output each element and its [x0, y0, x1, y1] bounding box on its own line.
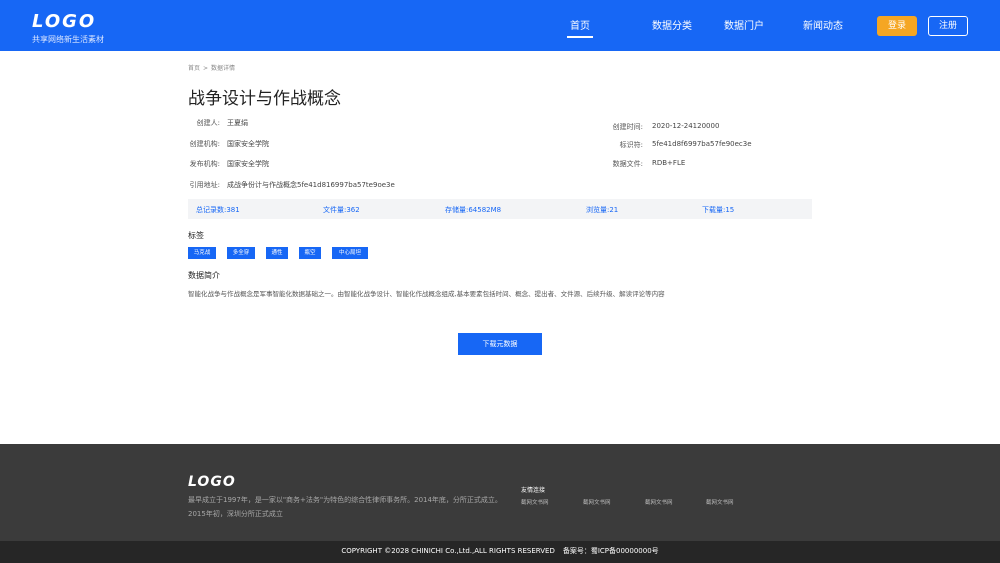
friendly-links-title: 友情连接 [521, 487, 546, 494]
page-title: 战争设计与作战概念 [188, 89, 341, 109]
stat-views: 浏览量:21 [586, 206, 619, 214]
tags-title: 标签 [188, 231, 204, 240]
breadcrumb-separator: > [203, 65, 209, 72]
nav-data-portal[interactable]: 数据门户 [724, 17, 764, 32]
intro-title: 数据简介 [188, 271, 220, 280]
footer: LOGO 最早成立于1997年，是一家以"商务+法务"为特色的综合性律师事务所。… [0, 444, 1000, 541]
friendly-link[interactable]: 截网文书网 [706, 498, 734, 506]
creator-value: 王夏绢 [227, 119, 248, 127]
friendly-link[interactable]: 截网文书网 [521, 498, 549, 506]
tag-item[interactable]: 瓶空 [299, 247, 321, 259]
nav-home[interactable]: 首页 [567, 17, 593, 38]
nav-news[interactable]: 新闻动态 [803, 17, 843, 32]
top-header: LOGO 共享网络新生活素材 首页 数据分类 数据门户 新闻动态 登录 注册 [0, 0, 1000, 51]
stat-file-count: 文件量:362 [323, 206, 360, 214]
created-time-label: 创建时间: [612, 123, 643, 131]
login-button[interactable]: 登录 [877, 16, 917, 36]
logo-subtitle: 共享网络新生活素材 [32, 35, 104, 44]
data-file-value: RDB+FLE [652, 159, 686, 167]
stats-bar: 总记录数:381 文件量:362 存储量:64582M8 浏览量:21 下载量:… [188, 199, 812, 219]
download-metadata-button[interactable]: 下载元数据 [458, 333, 542, 355]
icp-record: 备案号：蜀ICP备00000000号 [562, 547, 659, 555]
created-time-value: 2020-12-24120000 [652, 122, 720, 130]
stat-storage: 存储量:64582M8 [445, 206, 502, 214]
citation-label: 引用地址: [189, 181, 220, 189]
tag-item[interactable]: 马克战 [188, 247, 216, 259]
stat-total-records: 总记录数:381 [196, 206, 240, 214]
breadcrumb-home[interactable]: 首页 [188, 65, 200, 72]
publishing-org-label: 发布机构: [189, 160, 220, 168]
intro-text: 智能化战争与作战概念是军事智能化数据基础之一。由智能化战争设计、智能化作战概念组… [188, 290, 665, 298]
tag-item[interactable]: 多全穿 [227, 247, 255, 259]
creator-label: 创建人: [196, 119, 220, 127]
logo-text: LOGO [32, 11, 97, 32]
data-file-label: 数据文件: [612, 160, 643, 168]
publishing-org-value: 国家安全学院 [227, 160, 269, 168]
tag-item[interactable]: 中心局坦 [332, 247, 368, 259]
citation-value: 成战争份计与作战概念5fe41d816997ba57te9oe3e [227, 181, 395, 189]
creating-org-label: 创建机构: [189, 140, 220, 148]
copyright-text: COPYRIGHT ©2028 CHINICHI Co.,Ltd.,ALL RI… [341, 547, 555, 555]
identifier-label: 标识符: [619, 141, 643, 149]
creating-org-value: 国家安全学院 [227, 140, 269, 148]
copyright-line: COPYRIGHT ©2028 CHINICHI Co.,Ltd.,ALL RI… [0, 546, 1000, 556]
friendly-link[interactable]: 截网文书网 [645, 498, 673, 506]
footer-description: 最早成立于1997年，是一家以"商务+法务"为特色的综合性律师事务所。2014年… [188, 496, 502, 518]
site-logo[interactable]: LOGO 共享网络新生活素材 [32, 12, 104, 45]
breadcrumb: 首页 > 数据详情 [188, 63, 238, 72]
friendly-link[interactable]: 截网文书网 [583, 498, 611, 506]
breadcrumb-current: 数据详情 [211, 65, 236, 72]
nav-data-categories[interactable]: 数据分类 [652, 17, 692, 32]
copyright-bar: COPYRIGHT ©2028 CHINICHI Co.,Ltd.,ALL RI… [0, 541, 1000, 563]
footer-logo: LOGO [188, 474, 236, 490]
identifier-value: 5fe41d8f6997ba57fe90ec3e [652, 140, 752, 148]
tag-item[interactable]: 通性 [266, 247, 288, 259]
register-button[interactable]: 注册 [928, 16, 968, 36]
stat-downloads: 下载量:15 [702, 206, 735, 214]
